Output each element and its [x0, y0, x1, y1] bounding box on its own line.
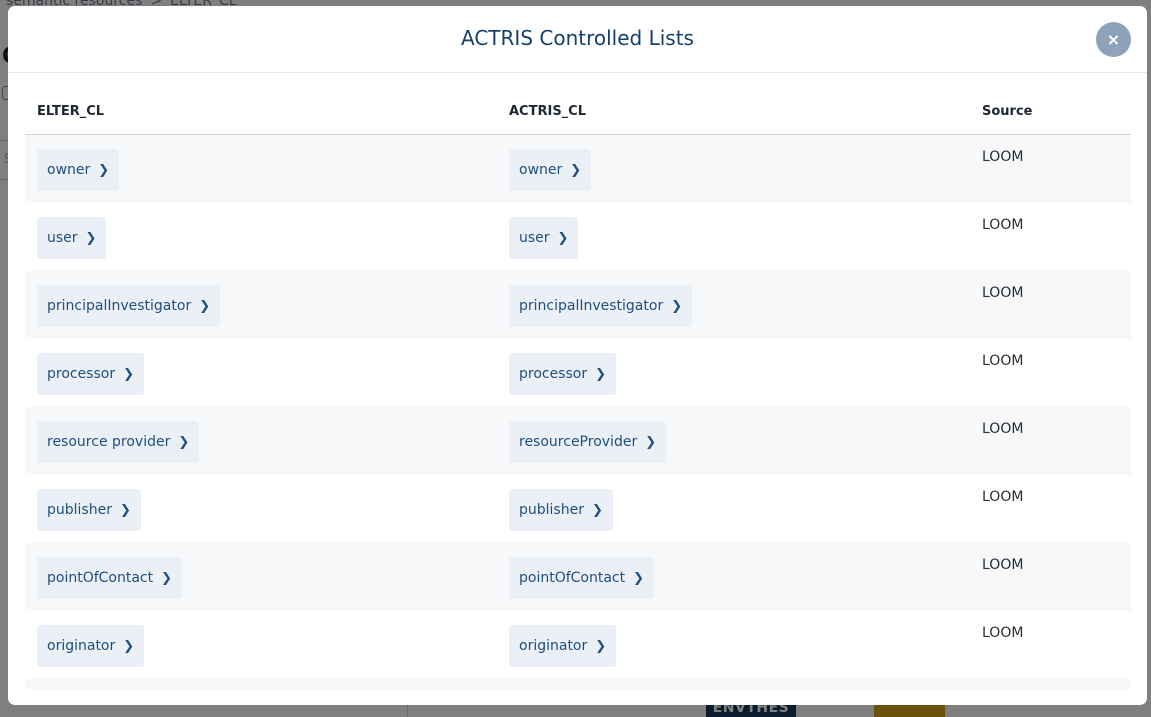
elter-cl-label: publisher	[47, 502, 112, 518]
source-cell: LOOM	[982, 625, 1024, 641]
source-cell: LOOM	[982, 557, 1024, 573]
column-header-actris-cl: ACTRIS_CL	[509, 104, 587, 119]
actris-cl-link[interactable]: processor ❯	[509, 353, 617, 395]
elter-cl-link[interactable]: processor ❯	[37, 353, 145, 395]
table-body: owner ❯ owner ❯ LOOM user ❯ user ❯ LOOM principalI…	[25, 135, 1131, 679]
actris-cl-label: processor	[519, 366, 588, 382]
elter-cl-link[interactable]: originator ❯	[37, 625, 145, 667]
elter-cl-link[interactable]: principalInvestigator ❯	[37, 285, 221, 327]
source-cell: LOOM	[982, 217, 1024, 233]
actris-cl-link[interactable]: principalInvestigator ❯	[509, 285, 693, 327]
table-row-partial	[25, 679, 1131, 689]
chevron-right-icon: ❯	[161, 571, 173, 586]
table-row: resource provider ❯ resourceProvider ❯ LOOM	[25, 407, 1131, 475]
actris-cl-label: publisher	[519, 502, 584, 518]
chevron-right-icon: ❯	[570, 163, 582, 178]
table-row: user ❯ user ❯ LOOM	[25, 203, 1131, 271]
chevron-right-icon: ❯	[591, 503, 603, 518]
chevron-right-icon: ❯	[595, 639, 607, 654]
elter-cl-label: pointOfContact	[47, 570, 154, 586]
actris-cl-link[interactable]: publisher ❯	[509, 489, 613, 531]
elter-cl-link[interactable]: pointOfContact ❯	[37, 557, 183, 599]
actris-cl-link[interactable]: resourceProvider ❯	[509, 421, 667, 463]
chevron-right-icon: ❯	[119, 503, 131, 518]
elter-cl-link[interactable]: publisher ❯	[37, 489, 141, 531]
chevron-right-icon: ❯	[671, 299, 683, 314]
chevron-right-icon: ❯	[645, 435, 657, 450]
modal-header: ACTRIS Controlled Lists ×	[8, 6, 1147, 73]
source-cell: LOOM	[982, 285, 1024, 301]
actris-cl-label: owner	[519, 162, 563, 178]
actris-cl-label: pointOfContact	[519, 570, 626, 586]
table-row: processor ❯ processor ❯ LOOM	[25, 339, 1131, 407]
source-cell: LOOM	[982, 421, 1024, 437]
actris-cl-link[interactable]: pointOfContact ❯	[509, 557, 655, 599]
actris-cl-label: originator	[519, 638, 588, 654]
table-header: ELTER_CL ACTRIS_CL Source	[25, 92, 1131, 135]
actris-cl-label: resourceProvider	[519, 434, 638, 450]
controlled-lists-modal: ACTRIS Controlled Lists × ELTER_CL ACTRI…	[8, 6, 1147, 705]
chevron-right-icon: ❯	[123, 367, 135, 382]
source-cell: LOOM	[982, 489, 1024, 505]
elter-cl-link[interactable]: resource provider ❯	[37, 421, 200, 463]
chevron-right-icon: ❯	[199, 299, 211, 314]
actris-cl-link[interactable]: owner ❯	[509, 149, 592, 191]
chevron-right-icon: ❯	[178, 435, 190, 450]
mapping-table: ELTER_CL ACTRIS_CL Source owner ❯ owner ❯ LO…	[25, 92, 1131, 689]
table-row: owner ❯ owner ❯ LOOM	[25, 135, 1131, 203]
chevron-right-icon: ❯	[85, 231, 97, 246]
table-row: pointOfContact ❯ pointOfContact ❯ LOOM	[25, 543, 1131, 611]
actris-cl-link[interactable]: originator ❯	[509, 625, 617, 667]
elter-cl-label: principalInvestigator	[47, 298, 192, 314]
chevron-right-icon: ❯	[633, 571, 645, 586]
elter-cl-link[interactable]: owner ❯	[37, 149, 120, 191]
elter-cl-link[interactable]: user ❯	[37, 217, 107, 259]
chevron-right-icon: ❯	[595, 367, 607, 382]
source-cell: LOOM	[982, 149, 1024, 165]
table-row: principalInvestigator ❯ principalInvestiga…	[25, 271, 1131, 339]
actris-cl-label: user	[519, 230, 550, 246]
elter-cl-label: owner	[47, 162, 91, 178]
elter-cl-label: originator	[47, 638, 116, 654]
chevron-right-icon: ❯	[123, 639, 135, 654]
elter-cl-label: user	[47, 230, 78, 246]
elter-cl-label: resource provider	[47, 434, 171, 450]
actris-cl-label: principalInvestigator	[519, 298, 664, 314]
column-header-source: Source	[982, 104, 1033, 119]
close-icon: ×	[1106, 30, 1121, 49]
actris-cl-link[interactable]: user ❯	[509, 217, 579, 259]
table-row: originator ❯ originator ❯ LOOM	[25, 611, 1131, 679]
table-row: publisher ❯ publisher ❯ LOOM	[25, 475, 1131, 543]
chevron-right-icon: ❯	[98, 163, 110, 178]
modal-title: ACTRIS Controlled Lists	[461, 26, 694, 50]
column-header-elter-cl: ELTER_CL	[37, 104, 105, 119]
close-button[interactable]: ×	[1096, 22, 1131, 57]
chevron-right-icon: ❯	[557, 231, 569, 246]
elter-cl-label: processor	[47, 366, 116, 382]
source-cell: LOOM	[982, 353, 1024, 369]
